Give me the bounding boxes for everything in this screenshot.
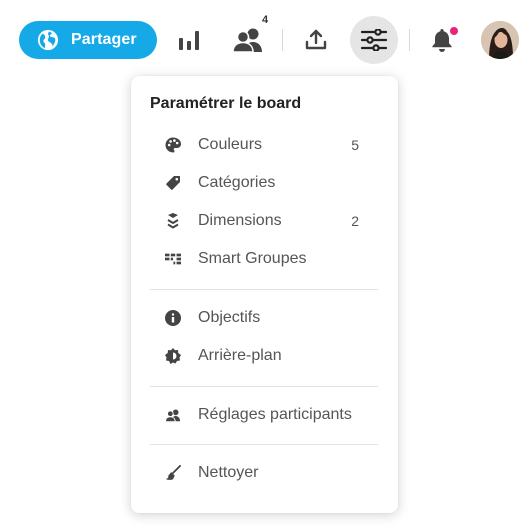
toolbar-divider (409, 29, 410, 51)
toolbar-divider (282, 29, 283, 51)
export-button[interactable] (303, 27, 329, 53)
menu-item-label: Arrière-plan (198, 347, 282, 364)
participants-button[interactable] (231, 24, 265, 56)
sliders-icon (361, 29, 387, 51)
board-settings-menu: Paramétrer le board Couleurs 5 Catégorie… (131, 76, 398, 513)
menu-item-background[interactable]: Arrière-plan (150, 340, 378, 372)
menu-item-label: Nettoyer (198, 464, 259, 481)
share-label: Partager (71, 31, 137, 48)
participants-badge: 4 (262, 14, 269, 26)
menu-item-label: Réglages participants (198, 406, 352, 423)
share-button[interactable]: Partager (19, 21, 157, 59)
menu-item-label: Dimensions (198, 212, 282, 229)
menu-divider (150, 289, 378, 290)
users-icon (165, 407, 181, 423)
users-icon (232, 28, 262, 53)
stats-button[interactable] (176, 28, 202, 52)
menu-item-dimensions[interactable]: Dimensions 2 (150, 205, 378, 237)
menu-item-objectives[interactable]: Objectifs (150, 302, 378, 334)
bar-chart-icon (179, 31, 199, 50)
upload-icon (305, 29, 327, 50)
menu-item-label: Couleurs (198, 136, 263, 153)
menu-item-count: 5 (351, 137, 359, 153)
menu-title: Paramétrer le board (150, 95, 302, 112)
layers-icon (165, 213, 181, 229)
tag-icon (165, 175, 181, 191)
top-toolbar: Partager 4 (0, 0, 528, 80)
menu-item-label: Catégories (198, 174, 276, 191)
menu-item-label: Objectifs (198, 309, 261, 326)
menu-item-participant-settings[interactable]: Réglages participants (150, 399, 378, 431)
background-icon (165, 348, 181, 364)
menu-item-categories[interactable]: Catégories (150, 167, 378, 199)
menu-item-smart-groups[interactable]: Smart Groupes (150, 243, 378, 275)
info-icon (165, 310, 181, 326)
broom-icon (165, 465, 181, 481)
menu-divider (150, 386, 378, 387)
settings-button[interactable] (361, 28, 387, 52)
palette-icon (165, 137, 181, 153)
menu-item-clean[interactable]: Nettoyer (150, 457, 378, 489)
menu-divider (150, 444, 378, 445)
avatar[interactable] (481, 21, 519, 59)
notification-dot (449, 26, 459, 36)
globe-icon (37, 29, 59, 51)
menu-item-count: 2 (351, 213, 359, 229)
menu-item-label: Smart Groupes (198, 250, 307, 267)
menu-item-colors[interactable]: Couleurs 5 (150, 129, 378, 161)
avatar-photo (481, 21, 519, 59)
grid-icon (165, 251, 181, 267)
